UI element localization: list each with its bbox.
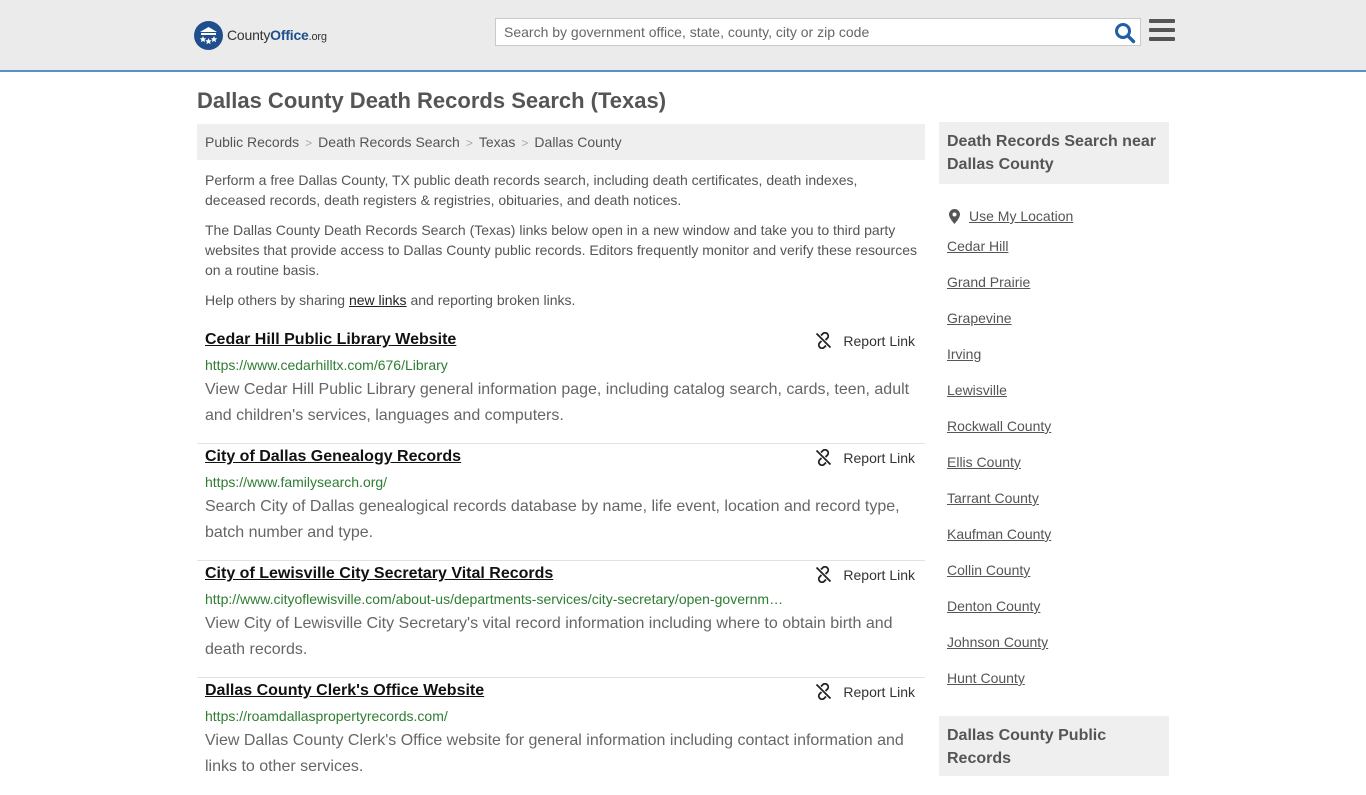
report-link-button[interactable]: Report Link [815,332,915,349]
sidebar-link-hunt-county[interactable]: Hunt County [947,670,1025,686]
sidebar-item: Kaufman County [947,522,1167,558]
menu-bar [1149,19,1175,23]
result-description: Search City of Dallas genealogical recor… [205,498,900,541]
breadcrumb-public-records[interactable]: Public Records [205,134,299,150]
result-item: City of Dallas Genealogy Records Report … [197,444,925,561]
countyoffice-logo[interactable]: CountyOffice.org [194,20,327,50]
sidebar-link-kaufman-county[interactable]: Kaufman County [947,526,1051,542]
broken-link-icon [816,566,832,583]
sidebar-link-tarrant-county[interactable]: Tarrant County [947,490,1039,506]
report-link-button[interactable]: Report Link [815,566,915,583]
breadcrumb: Public Records > Death Records Search > Texa… [197,124,925,160]
menu-bar [1149,37,1175,41]
intro-paragraph-1: Perform a free Dallas County, TX public … [205,172,858,208]
sidebar-link-rockwall-county[interactable]: Rockwall County [947,418,1051,434]
result-title-link[interactable]: Dallas County Clerk's Office Website [205,682,484,700]
sidebar-item: Hunt County [947,666,1167,702]
sidebar-item: Irving [947,342,1167,378]
search-button[interactable] [1114,22,1136,44]
intro-p3-before: Help others by sharing [205,292,349,308]
logo-county: County [227,27,271,43]
report-link-button[interactable]: Report Link [815,683,915,700]
sidebar-item: Johnson County [947,630,1167,666]
result-title-link[interactable]: City of Lewisville City Secretary Vital … [205,565,553,583]
result-item: Dallas County Clerk's Office Website Rep… [197,678,925,795]
intro: Perform a free Dallas County, TX public … [197,170,925,310]
broken-link-icon [816,332,832,349]
result-item: City of Lewisville City Secretary Vital … [197,561,925,678]
sidebar-item: Tarrant County [947,486,1167,522]
report-link-label: Report Link [843,683,915,700]
result-title-link[interactable]: City of Dallas Genealogy Records [205,448,461,466]
intro-paragraph-2: The Dallas County Death Records Search (… [205,222,918,278]
result-description: View Cedar Hill Public Library general i… [205,381,910,424]
sidebar-item: Grapevine [947,306,1167,342]
sidebar-item: Cedar Hill [947,234,1167,270]
sidebar-link-ellis-county[interactable]: Ellis County [947,454,1021,470]
intro-paragraph-3: Help others by sharing new links and rep… [197,290,925,310]
breadcrumb-death-records-search[interactable]: Death Records Search [318,134,460,150]
search-icon [1115,23,1136,44]
result-title-link[interactable]: Cedar Hill Public Library Website [205,331,456,349]
sidebar-nearby-list: Use My Location Cedar Hill Grand Prairie… [947,198,1167,702]
sidebar-item: Collin County [947,558,1167,594]
results-list: Cedar Hill Public Library Website Report… [197,327,925,795]
sidebar-link-lewisville[interactable]: Lewisville [947,382,1007,398]
sidebar-link-irving[interactable]: Irving [947,346,981,362]
sidebar-link-denton-county[interactable]: Denton County [947,598,1040,614]
new-links-link[interactable]: new links [349,292,407,308]
breadcrumb-separator: > [305,136,313,150]
broken-link-icon [816,683,832,700]
search-box [495,18,1141,46]
sidebar-heading-nearby: Death Records Search near Dallas County [939,122,1169,184]
breadcrumb-separator: > [521,136,529,150]
sidebar-item: Denton County [947,594,1167,630]
sidebar-link-johnson-county[interactable]: Johnson County [947,634,1048,650]
intro-p3-after: and reporting broken links. [406,292,576,308]
breadcrumb-texas[interactable]: Texas [479,134,516,150]
result-url[interactable]: http://www.cityoflewisville.com/about-us… [205,591,783,607]
result-url[interactable]: https://www.familysearch.org/ [205,474,387,490]
logo-org: .org [308,31,327,43]
logo-badge-icon [194,20,223,50]
hamburger-menu-icon[interactable] [1149,19,1175,43]
menu-bar [1149,28,1175,32]
sidebar-link-collin-county[interactable]: Collin County [947,562,1030,578]
sidebar-item: Grand Prairie [947,270,1167,306]
result-description: View City of Lewisville City Secretary's… [205,615,893,658]
sidebar-heading-public-records: Dallas County Public Records [939,716,1169,776]
report-link-label: Report Link [843,566,915,583]
sidebar-item: Rockwall County [947,414,1167,450]
breadcrumb-dallas-county: Dallas County [534,134,622,150]
sidebar-item: Lewisville [947,378,1167,414]
sidebar-item: Ellis County [947,450,1167,486]
sidebar-link-grapevine[interactable]: Grapevine [947,310,1012,326]
sidebar-link-grand-prairie[interactable]: Grand Prairie [947,274,1030,290]
report-link-label: Report Link [843,332,915,349]
breadcrumb-separator: > [465,136,473,150]
report-link-button[interactable]: Report Link [815,449,915,466]
report-link-label: Report Link [843,449,915,466]
use-my-location: Use My Location [947,198,1167,234]
result-item: Cedar Hill Public Library Website Report… [197,327,925,444]
top-bar: CountyOffice.org [0,0,1366,72]
sidebar-link-cedar-hill[interactable]: Cedar Hill [947,238,1008,254]
result-url[interactable]: https://roamdallaspropertyrecords.com/ [205,708,448,724]
page-title: Dallas County Death Records Search (Texa… [197,88,667,113]
logo-wordmark: CountyOffice.org [227,27,327,43]
logo-office: Office [270,27,309,43]
search-input[interactable] [496,19,1106,45]
location-pin-icon [949,208,960,224]
use-my-location-link[interactable]: Use My Location [969,204,1073,228]
result-url[interactable]: https://www.cedarhilltx.com/676/Library [205,357,448,373]
main-content: Perform a free Dallas County, TX public … [197,170,925,775]
result-description: View Dallas County Clerk's Office websit… [205,732,904,775]
broken-link-icon [816,449,832,466]
